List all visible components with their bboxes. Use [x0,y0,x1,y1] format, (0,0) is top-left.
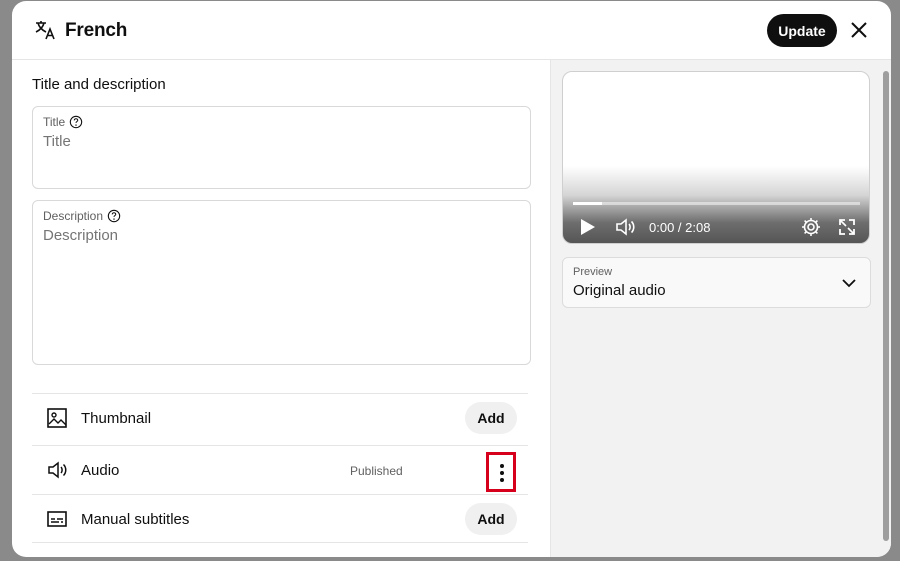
title-input[interactable] [43,133,513,150]
subtitles-row: Manual subtitles Add [32,494,528,543]
thumbnail-row: Thumbnail Add [32,393,528,442]
settings-icon[interactable] [800,216,822,238]
description-input[interactable] [43,227,513,244]
description-field[interactable]: Description [32,200,531,365]
audio-row: Audio Published [32,445,528,494]
title-field-label: Title [43,115,66,129]
description-field-label: Description [43,209,104,223]
more-options-button[interactable] [486,452,516,492]
scrollbar[interactable] [883,71,889,541]
translate-icon [35,21,55,40]
image-icon [47,408,67,428]
title-field[interactable]: Title [32,106,531,189]
speaker-icon [48,461,67,479]
dialog-header: French Update [12,1,891,60]
add-thumbnail-button[interactable]: Add [465,402,517,434]
audio-label: Audio [81,462,120,479]
thumbnail-label: Thumbnail [81,410,152,427]
section-title: Title and description [32,76,166,93]
dialog-title: French [65,20,128,41]
update-button[interactable]: Update [767,14,837,47]
help-icon[interactable] [107,209,121,223]
time-display: 0:00 / 2:08 [649,220,711,235]
preview-panel: 0:00 / 2:08 Preview Original audio [550,60,891,557]
audio-status: Published [350,464,403,478]
volume-icon[interactable] [614,216,636,238]
progress-fill [573,202,602,205]
subtitles-label: Manual subtitles [81,511,190,528]
preview-select[interactable]: Preview Original audio [562,257,871,308]
preview-value: Original audio [573,282,666,299]
close-icon[interactable] [847,18,871,42]
video-player[interactable]: 0:00 / 2:08 [562,71,870,244]
details-panel: Title and description Title Description [12,60,550,557]
preview-label: Preview [573,266,613,278]
play-icon[interactable] [576,216,598,238]
more-vert-icon [500,464,504,468]
help-icon[interactable] [69,115,83,129]
subtitles-icon [47,511,67,527]
add-subtitles-button[interactable]: Add [465,503,517,535]
translation-dialog: French Update Title and description Titl… [12,1,891,557]
chevron-down-icon [842,279,856,288]
fullscreen-icon[interactable] [836,216,858,238]
progress-bar[interactable] [573,202,860,205]
